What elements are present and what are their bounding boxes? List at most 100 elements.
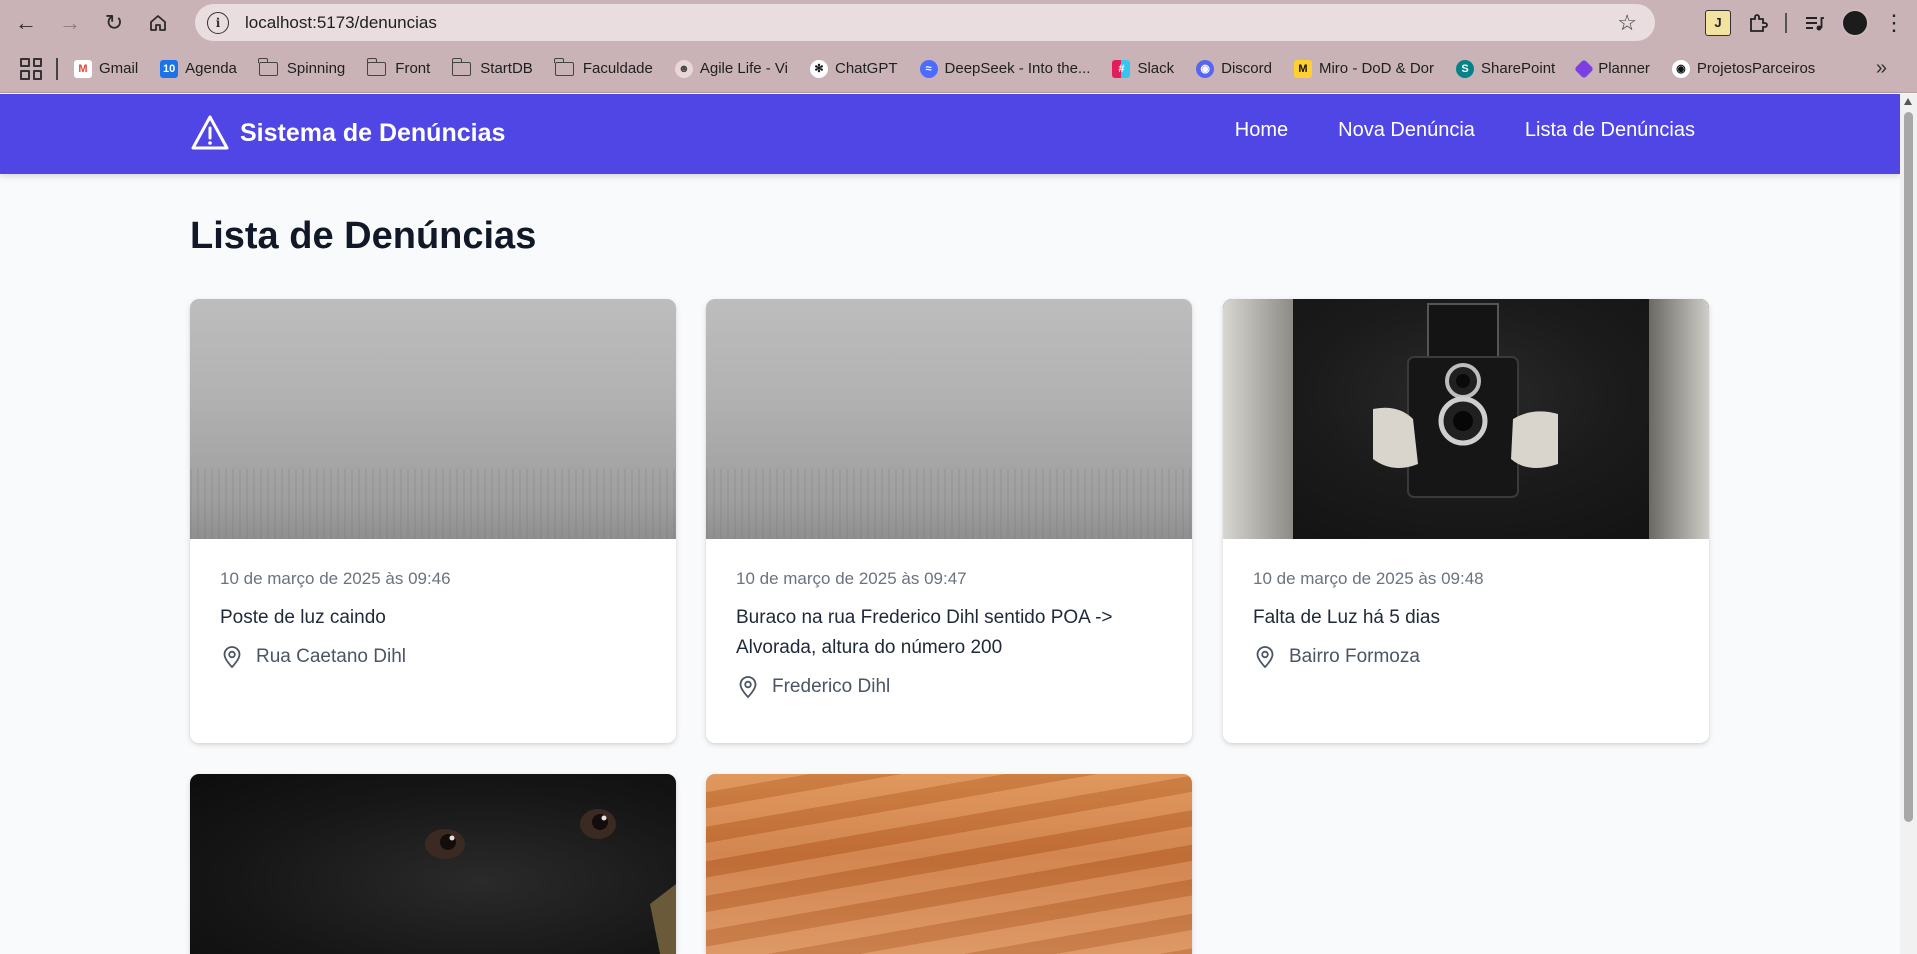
page-title: Lista de Denúncias — [190, 215, 537, 257]
bookmark-star-icon[interactable]: ☆ — [1617, 10, 1637, 36]
forward-icon[interactable]: → — [48, 1, 92, 45]
map-pin-icon — [220, 645, 244, 669]
page-scrollbar[interactable] — [1900, 94, 1917, 954]
folder-icon — [554, 57, 574, 76]
folder-icon — [451, 57, 472, 76]
deepseek-icon: ≈ — [919, 59, 938, 78]
reload-icon[interactable]: ↻ — [92, 1, 136, 45]
sharepoint-icon: S — [1456, 59, 1474, 78]
bookmark-sharepoint[interactable]: S SharePoint — [1456, 59, 1556, 78]
bookmark-label: ChatGPT — [834, 60, 898, 77]
brand-title: Sistema de Denúncias — [240, 118, 506, 147]
bookmark-label: Planner — [1598, 60, 1650, 77]
main-nav: Home Nova Denúncia Lista de Denúncias — [1235, 119, 1695, 142]
bookmarks-bar: M Gmail 10 Agenda Spinning Front StartDB… — [0, 45, 1917, 93]
nav-home-link[interactable]: Home — [1235, 119, 1288, 142]
bookmark-miro[interactable]: M Miro - DoD & Dor — [1293, 59, 1434, 78]
denuncia-image — [190, 774, 676, 954]
github-icon: ◉ — [1671, 59, 1690, 78]
bookmark-startdb[interactable]: StartDB — [451, 57, 533, 77]
chatgpt-icon: ✻ — [809, 59, 828, 78]
denuncia-image — [190, 299, 676, 539]
card-location: Rua Caetano Dihl — [220, 645, 646, 669]
card-location: Bairro Formoza — [1253, 645, 1679, 669]
bookmark-label: Agenda — [185, 60, 237, 77]
bookmark-front[interactable]: Front — [366, 57, 431, 77]
denuncia-card[interactable]: 10 de março de 2025 às 09:47 Buraco na r… — [706, 299, 1192, 743]
bookmark-label: SharePoint — [1481, 60, 1556, 77]
media-control-icon[interactable] — [1801, 10, 1827, 36]
bookmark-label: Faculdade — [582, 60, 653, 77]
bookmarks-divider — [56, 57, 58, 80]
denuncia-card[interactable] — [190, 774, 676, 954]
bookmark-label: Miro - DoD & Dor — [1318, 60, 1434, 77]
bookmark-slack[interactable]: # Slack — [1112, 59, 1175, 78]
home-icon[interactable] — [136, 1, 180, 45]
slack-icon: # — [1112, 59, 1131, 78]
bookmark-label: ProjetosParceiros — [1696, 60, 1816, 77]
card-title: Falta de Luz há 5 dias — [1253, 607, 1440, 628]
bookmark-discord[interactable]: ◉ Discord — [1196, 59, 1272, 78]
calendar-icon: 10 — [160, 59, 179, 78]
apps-grid-icon[interactable] — [20, 57, 42, 80]
bookmark-deepseek[interactable]: ≈ DeepSeek - Into the... — [919, 59, 1091, 78]
site-info-icon[interactable]: i — [207, 11, 229, 34]
card-location: Frederico Dihl — [736, 675, 1162, 699]
discord-icon: ◉ — [1196, 59, 1215, 78]
card-title: Buraco na rua Frederico Dihl sentido POA… — [736, 607, 1113, 658]
map-pin-icon — [736, 675, 760, 699]
planner-icon — [1574, 58, 1595, 79]
url-text[interactable]: localhost:5173/denuncias — [245, 13, 437, 33]
bookmark-label: Slack — [1137, 60, 1175, 77]
card-title: Poste de luz caindo — [220, 607, 386, 628]
scroll-up-arrow-icon[interactable] — [1904, 98, 1912, 105]
gmail-icon: M — [74, 59, 92, 78]
bookmark-chatgpt[interactable]: ✻ ChatGPT — [809, 59, 898, 78]
miro-icon: M — [1293, 59, 1312, 78]
nav-lista-denuncias-link[interactable]: Lista de Denúncias — [1525, 119, 1695, 142]
bookmark-label: DeepSeek - Into the... — [944, 60, 1091, 77]
puzzle-extensions-icon[interactable] — [1745, 10, 1771, 36]
bookmark-gmail[interactable]: M Gmail — [74, 59, 139, 78]
bookmark-spinning[interactable]: Spinning — [258, 57, 346, 77]
menu-kebab-icon[interactable]: ⋮ — [1883, 10, 1905, 36]
denuncia-card[interactable]: 10 de março de 2025 às 09:46 Poste de lu… — [190, 299, 676, 743]
denuncia-image — [706, 299, 1192, 539]
card-location-text: Rua Caetano Dihl — [256, 646, 406, 667]
denuncia-card[interactable]: 10 de março de 2025 às 09:48 Falta de Lu… — [1223, 299, 1709, 743]
bookmark-label: Spinning — [286, 60, 346, 77]
card-date: 10 de março de 2025 às 09:46 — [220, 569, 451, 588]
card-location-text: Frederico Dihl — [772, 676, 891, 697]
card-date: 10 de março de 2025 às 09:48 — [1253, 569, 1484, 588]
folder-icon — [258, 57, 278, 76]
app-header: Sistema de Denúncias Home Nova Denúncia … — [0, 94, 1900, 174]
bookmark-label: Discord — [1221, 60, 1272, 77]
more-bookmarks-icon[interactable]: » — [1876, 57, 1887, 80]
back-icon[interactable]: ← — [4, 1, 48, 45]
denuncia-image — [1223, 299, 1709, 539]
agile-life-icon: ☻ — [674, 59, 693, 78]
map-pin-icon — [1253, 645, 1277, 669]
scrollbar-thumb[interactable] — [1904, 112, 1913, 822]
bookmark-projetosparceiros[interactable]: ◉ ProjetosParceiros — [1671, 59, 1816, 78]
warning-triangle-icon — [190, 114, 230, 152]
address-bar[interactable]: i localhost:5173/denuncias ☆ — [195, 4, 1655, 41]
denuncia-card[interactable] — [706, 774, 1192, 954]
bookmark-agile-life[interactable]: ☻ Agile Life - Vi — [674, 59, 788, 78]
brand[interactable]: Sistema de Denúncias — [190, 114, 505, 152]
bookmark-planner[interactable]: Planner — [1574, 58, 1650, 79]
bookmark-label: StartDB — [480, 60, 533, 77]
card-date: 10 de março de 2025 às 09:47 — [736, 569, 967, 588]
card-location-text: Bairro Formoza — [1289, 646, 1420, 667]
browser-toolbar: ← → ↻ i localhost:5173/denuncias ☆ J ⋮ — [0, 0, 1917, 45]
bookmark-agenda[interactable]: 10 Agenda — [160, 59, 237, 78]
bookmark-label: Agile Life - Vi — [699, 60, 788, 77]
bookmark-label: Front — [395, 60, 431, 77]
nav-nova-denuncia-link[interactable]: Nova Denúncia — [1338, 119, 1475, 142]
extension-icon[interactable]: J — [1705, 9, 1731, 36]
toolbar-divider — [1785, 12, 1787, 33]
bookmark-label: Gmail — [99, 60, 139, 77]
denuncia-image — [706, 774, 1192, 954]
bookmark-faculdade[interactable]: Faculdade — [554, 57, 653, 77]
profile-avatar[interactable] — [1841, 8, 1869, 37]
